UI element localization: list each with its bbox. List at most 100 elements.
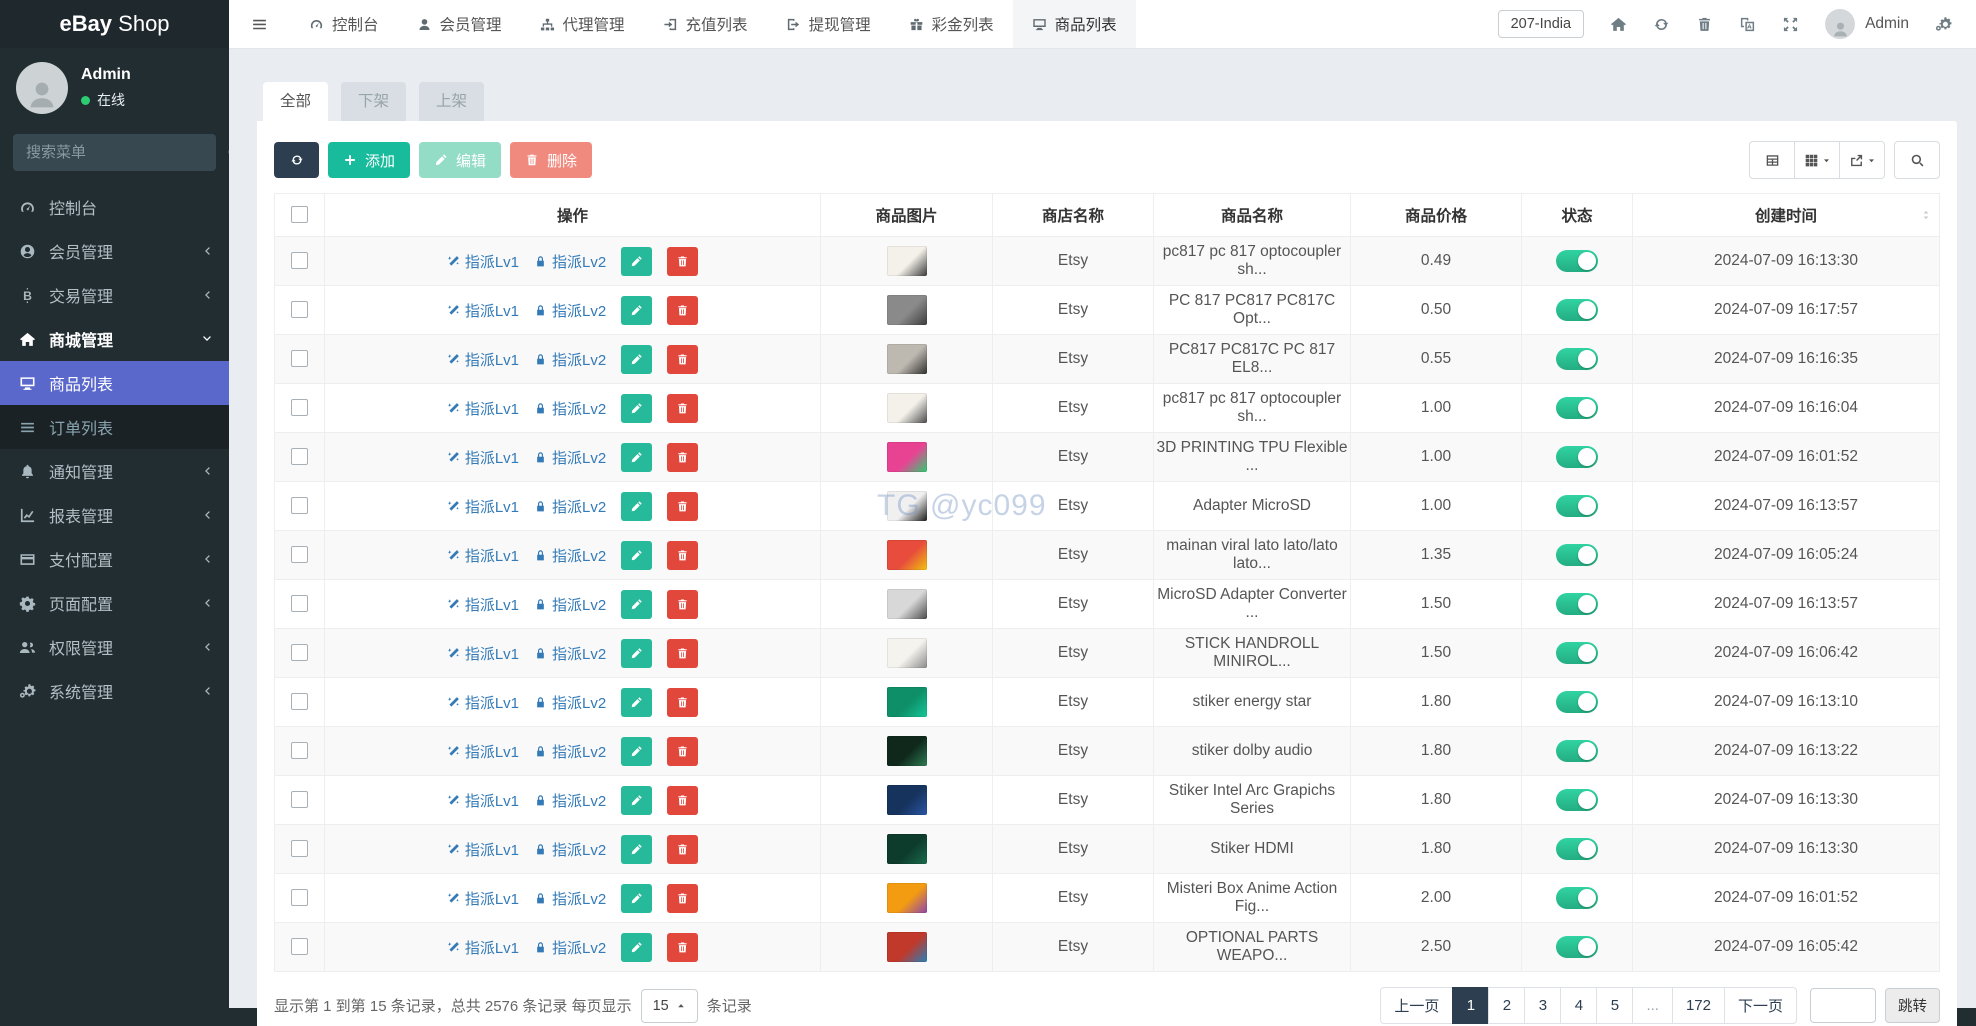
row-checkbox[interactable]	[291, 448, 308, 465]
sidebar-item-7[interactable]: 通知管理	[0, 449, 229, 493]
assign-link-lv1[interactable]: 指派Lv1	[447, 594, 519, 615]
row-delete-button[interactable]	[667, 884, 698, 913]
refresh-button[interactable]	[1653, 16, 1670, 33]
product-thumbnail[interactable]	[887, 540, 927, 570]
select-all-checkbox[interactable]	[291, 206, 308, 223]
topnav-item-1[interactable]: 控制台	[290, 0, 398, 48]
grid-view-button[interactable]	[1794, 141, 1840, 179]
product-thumbnail[interactable]	[887, 785, 927, 815]
home-button[interactable]	[1610, 16, 1627, 33]
row-checkbox[interactable]	[291, 889, 308, 906]
sidebar-item-3[interactable]: B交易管理	[0, 273, 229, 317]
row-edit-button[interactable]	[621, 492, 652, 521]
product-thumbnail[interactable]	[887, 442, 927, 472]
assign-link-lv2[interactable]: 指派Lv2	[534, 937, 606, 958]
status-toggle[interactable]	[1556, 446, 1598, 468]
trash-button[interactable]	[1696, 16, 1713, 33]
table-search-button[interactable]	[1894, 141, 1940, 179]
status-toggle[interactable]	[1556, 593, 1598, 615]
row-edit-button[interactable]	[621, 541, 652, 570]
status-toggle[interactable]	[1556, 789, 1598, 811]
row-delete-button[interactable]	[667, 786, 698, 815]
page-button[interactable]: 5	[1596, 987, 1633, 1024]
page-button[interactable]: 1	[1452, 987, 1489, 1024]
row-edit-button[interactable]	[621, 590, 652, 619]
assign-link-lv2[interactable]: 指派Lv2	[534, 251, 606, 272]
topnav-item-5[interactable]: 提现管理	[767, 0, 890, 48]
row-edit-button[interactable]	[621, 639, 652, 668]
assign-link-lv1[interactable]: 指派Lv1	[447, 447, 519, 468]
page-button[interactable]: ...	[1632, 987, 1673, 1024]
topnav-item-4[interactable]: 充值列表	[644, 0, 767, 48]
status-toggle[interactable]	[1556, 250, 1598, 272]
assign-link-lv1[interactable]: 指派Lv1	[447, 839, 519, 860]
row-checkbox[interactable]	[291, 791, 308, 808]
expand-button[interactable]	[1782, 16, 1799, 33]
row-delete-button[interactable]	[667, 639, 698, 668]
export-view-button[interactable]	[1839, 141, 1885, 179]
product-thumbnail[interactable]	[887, 687, 927, 717]
sidebar-item-1[interactable]: 控制台	[0, 185, 229, 229]
row-checkbox[interactable]	[291, 644, 308, 661]
product-thumbnail[interactable]	[887, 638, 927, 668]
sidebar-search-input[interactable]	[24, 143, 227, 162]
assign-link-lv1[interactable]: 指派Lv1	[447, 349, 519, 370]
next-page-button[interactable]: 下一页	[1724, 987, 1797, 1024]
row-edit-button[interactable]	[621, 737, 652, 766]
row-checkbox[interactable]	[291, 350, 308, 367]
add-button[interactable]: 添加	[328, 142, 410, 178]
admin-menu[interactable]: Admin	[1825, 9, 1909, 39]
page-button[interactable]: 2	[1488, 987, 1525, 1024]
assign-link-lv2[interactable]: 指派Lv2	[534, 643, 606, 664]
product-thumbnail[interactable]	[887, 883, 927, 913]
translate-button[interactable]	[1739, 16, 1756, 33]
assign-link-lv1[interactable]: 指派Lv1	[447, 496, 519, 517]
row-edit-button[interactable]	[621, 394, 652, 423]
row-checkbox[interactable]	[291, 742, 308, 759]
row-delete-button[interactable]	[667, 835, 698, 864]
row-delete-button[interactable]	[667, 541, 698, 570]
topnav-item-2[interactable]: 会员管理	[398, 0, 521, 48]
topnav-item-7[interactable]: 商品列表	[1013, 0, 1136, 48]
sidebar-item-9[interactable]: 支付配置	[0, 537, 229, 581]
row-delete-button[interactable]	[667, 296, 698, 325]
row-delete-button[interactable]	[667, 443, 698, 472]
tab-2[interactable]: 下架	[341, 82, 406, 121]
row-edit-button[interactable]	[621, 933, 652, 962]
status-toggle[interactable]	[1556, 887, 1598, 909]
delete-button[interactable]: 删除	[510, 142, 592, 178]
row-edit-button[interactable]	[621, 884, 652, 913]
product-thumbnail[interactable]	[887, 932, 927, 962]
page-button[interactable]: 172	[1672, 987, 1725, 1024]
refresh-button[interactable]	[274, 142, 319, 178]
edit-button[interactable]: 编辑	[419, 142, 501, 178]
row-delete-button[interactable]	[667, 737, 698, 766]
row-edit-button[interactable]	[621, 247, 652, 276]
assign-link-lv1[interactable]: 指派Lv1	[447, 937, 519, 958]
status-toggle[interactable]	[1556, 691, 1598, 713]
assign-link-lv1[interactable]: 指派Lv1	[447, 692, 519, 713]
assign-link-lv2[interactable]: 指派Lv2	[534, 349, 606, 370]
row-edit-button[interactable]	[621, 345, 652, 374]
row-delete-button[interactable]	[667, 394, 698, 423]
row-checkbox[interactable]	[291, 399, 308, 416]
sidebar-item-6[interactable]: 订单列表	[0, 405, 229, 449]
assign-link-lv1[interactable]: 指派Lv1	[447, 300, 519, 321]
assign-link-lv2[interactable]: 指派Lv2	[534, 447, 606, 468]
product-thumbnail[interactable]	[887, 589, 927, 619]
assign-link-lv2[interactable]: 指派Lv2	[534, 496, 606, 517]
tab-1[interactable]: 全部	[263, 82, 328, 121]
hamburger-menu-icon[interactable]	[229, 0, 290, 48]
status-toggle[interactable]	[1556, 936, 1598, 958]
page-jump-input[interactable]	[1810, 988, 1876, 1023]
row-edit-button[interactable]	[621, 296, 652, 325]
sidebar-item-5[interactable]: 商品列表	[0, 361, 229, 405]
row-checkbox[interactable]	[291, 497, 308, 514]
sidebar-item-2[interactable]: 会员管理	[0, 229, 229, 273]
assign-link-lv1[interactable]: 指派Lv1	[447, 398, 519, 419]
assign-link-lv1[interactable]: 指派Lv1	[447, 251, 519, 272]
product-thumbnail[interactable]	[887, 834, 927, 864]
page-jump-button[interactable]: 跳转	[1885, 988, 1940, 1023]
row-edit-button[interactable]	[621, 786, 652, 815]
row-delete-button[interactable]	[667, 933, 698, 962]
